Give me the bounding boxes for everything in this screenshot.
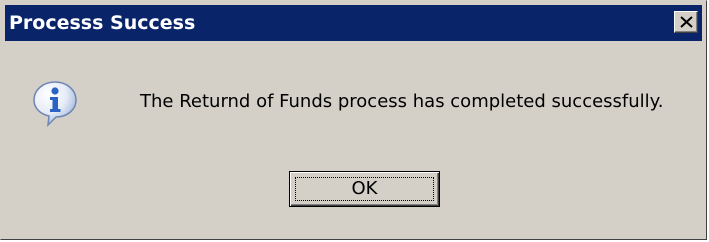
dialog-titlebar[interactable]: Processs Success [5,5,702,41]
ok-button[interactable]: OK [289,171,440,207]
close-icon [680,16,693,28]
dialog-title: Processs Success [9,12,196,34]
message-dialog: Processs Success The Returnd of Funds pr… [0,0,707,240]
info-icon [33,81,77,127]
close-button[interactable] [674,11,698,33]
ok-button-label: OK [351,178,378,199]
dialog-message: The Returnd of Funds process has complet… [140,91,664,112]
